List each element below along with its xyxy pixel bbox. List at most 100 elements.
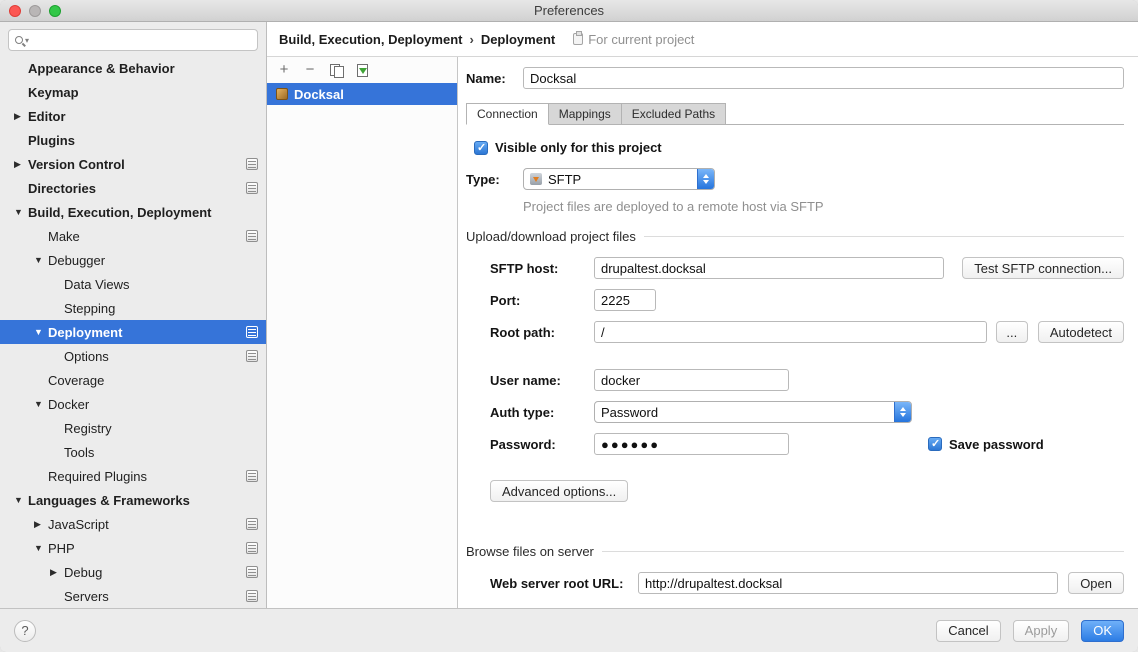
settings-search[interactable]: ▾ xyxy=(8,29,258,51)
main-area: ▾ Appearance & Behavior Keymap xyxy=(0,22,1138,608)
tree-item[interactable]: Tools xyxy=(0,440,266,464)
config-tab[interactable]: Mappings xyxy=(549,103,622,125)
tree-expand-icon[interactable] xyxy=(14,111,28,122)
dialog-footer: ? Cancel Apply OK xyxy=(0,608,1138,652)
upload-fields: SFTP host: Test SFTP connection... Port:… xyxy=(466,257,1124,465)
tree-expand-icon[interactable] xyxy=(34,543,48,553)
tree-expand-icon[interactable] xyxy=(34,399,48,409)
sftp-host-field[interactable] xyxy=(594,257,944,279)
port-label: Port: xyxy=(490,293,594,308)
cancel-button[interactable]: Cancel xyxy=(936,620,1000,642)
browse-root-path-button[interactable]: ... xyxy=(996,321,1028,343)
type-label: Type: xyxy=(466,172,523,187)
remove-server-button[interactable]: − xyxy=(303,62,317,78)
port-field[interactable] xyxy=(594,289,656,311)
tree-item[interactable]: Docker xyxy=(0,392,266,416)
preferences-window: Preferences ▾ Appearance & Behavior xyxy=(0,0,1138,652)
upload-group-header: Upload/download project files xyxy=(466,229,1124,244)
tree-item[interactable]: Data Views xyxy=(0,272,266,296)
visible-only-checkbox[interactable]: Visible only for this project xyxy=(474,140,1124,155)
settings-tree: Appearance & Behavior Keymap Editor xyxy=(0,56,266,608)
footer-actions: Cancel Apply OK xyxy=(936,620,1124,642)
user-name-field[interactable] xyxy=(594,369,789,391)
add-server-button[interactable]: + xyxy=(277,62,291,78)
tree-item[interactable]: Appearance & Behavior xyxy=(0,56,266,80)
password-row: Password: Save password xyxy=(490,433,1124,455)
tree-expand-icon[interactable] xyxy=(34,255,48,265)
advanced-options-button[interactable]: Advanced options... xyxy=(490,480,628,502)
tree-item[interactable]: Stepping xyxy=(0,296,266,320)
breadcrumb: Build, Execution, Deployment › Deploymen… xyxy=(267,22,1138,56)
current-project-icon xyxy=(573,33,583,45)
tree-item[interactable]: Build, Execution, Deployment xyxy=(0,200,266,224)
tree-expand-icon[interactable] xyxy=(14,159,28,170)
tree-expand-icon[interactable] xyxy=(34,327,48,337)
search-input[interactable] xyxy=(31,31,251,49)
dropdown-stepper-icon[interactable] xyxy=(894,402,911,422)
auth-type-dropdown[interactable]: Password xyxy=(594,401,912,423)
web-root-field[interactable] xyxy=(638,572,1058,594)
dropdown-stepper-icon[interactable] xyxy=(697,169,714,189)
zoom-button[interactable] xyxy=(49,5,61,17)
root-path-field[interactable] xyxy=(594,321,987,343)
tree-item[interactable]: Directories xyxy=(0,176,266,200)
import-settings-button[interactable] xyxy=(355,62,369,78)
minimize-button[interactable] xyxy=(29,5,41,17)
tree-item[interactable]: Deployment xyxy=(0,320,266,344)
tree-item[interactable]: Debugger xyxy=(0,248,266,272)
browse-group-label: Browse files on server xyxy=(466,544,594,559)
name-field[interactable] xyxy=(523,67,1124,89)
settings-sidebar: ▾ Appearance & Behavior Keymap xyxy=(0,22,267,608)
save-password-checkbox[interactable]: Save password xyxy=(928,437,1044,452)
search-history-chevron-icon[interactable]: ▾ xyxy=(25,36,29,45)
type-dropdown[interactable]: SFTP xyxy=(523,168,715,190)
root-path-label: Root path: xyxy=(490,325,594,340)
tree-item-label: Debug xyxy=(64,565,102,580)
tree-item[interactable]: Make xyxy=(0,224,266,248)
tree-item-label: Editor xyxy=(28,109,66,124)
checkbox-checked-icon[interactable] xyxy=(474,141,488,155)
tree-item-label: Build, Execution, Deployment xyxy=(28,205,211,220)
root-path-row: Root path: ... Autodetect xyxy=(490,321,1124,343)
password-field[interactable] xyxy=(594,433,789,455)
tree-item[interactable]: Servers xyxy=(0,584,266,608)
tree-item[interactable]: Coverage xyxy=(0,368,266,392)
tree-item-label: Data Views xyxy=(64,277,130,292)
tree-item[interactable]: Keymap xyxy=(0,80,266,104)
tree-expand-icon[interactable] xyxy=(14,495,28,505)
autodetect-button[interactable]: Autodetect xyxy=(1038,321,1124,343)
tree-item[interactable]: Registry xyxy=(0,416,266,440)
tab-label: Mappings xyxy=(559,107,611,121)
name-row: Name: xyxy=(466,67,1124,89)
tree-expand-icon[interactable] xyxy=(14,207,28,217)
tree-item[interactable]: Required Plugins xyxy=(0,464,266,488)
tree-item[interactable]: JavaScript xyxy=(0,512,266,536)
tree-item[interactable]: Debug xyxy=(0,560,266,584)
checkbox-checked-icon[interactable] xyxy=(928,437,942,451)
server-list-toolbar: + − xyxy=(267,57,457,83)
sftp-host-row: SFTP host: Test SFTP connection... xyxy=(490,257,1124,279)
duplicate-server-button[interactable] xyxy=(329,62,343,78)
tree-item-label: Stepping xyxy=(64,301,115,316)
close-button[interactable] xyxy=(9,5,21,17)
open-button[interactable]: Open xyxy=(1068,572,1124,594)
ok-button[interactable]: OK xyxy=(1081,620,1124,642)
tree-item[interactable]: Plugins xyxy=(0,128,266,152)
server-list-item[interactable]: Docksal xyxy=(267,83,457,105)
tree-item[interactable]: Editor xyxy=(0,104,266,128)
apply-button[interactable]: Apply xyxy=(1013,620,1070,642)
tree-item[interactable]: Version Control xyxy=(0,152,266,176)
config-tab[interactable]: Excluded Paths xyxy=(622,103,726,125)
help-button[interactable]: ? xyxy=(14,620,36,642)
tree-expand-icon[interactable] xyxy=(50,567,64,578)
per-project-settings-icon xyxy=(246,182,258,194)
tree-item[interactable]: Options xyxy=(0,344,266,368)
config-tab[interactable]: Connection xyxy=(466,103,549,125)
auth-type-value: Password xyxy=(601,405,888,420)
tree-item[interactable]: PHP xyxy=(0,536,266,560)
context-scope: For current project xyxy=(573,32,694,47)
tree-item-label: Make xyxy=(48,229,80,244)
tree-item[interactable]: Languages & Frameworks xyxy=(0,488,266,512)
tree-expand-icon[interactable] xyxy=(34,519,48,530)
test-connection-button[interactable]: Test SFTP connection... xyxy=(962,257,1124,279)
